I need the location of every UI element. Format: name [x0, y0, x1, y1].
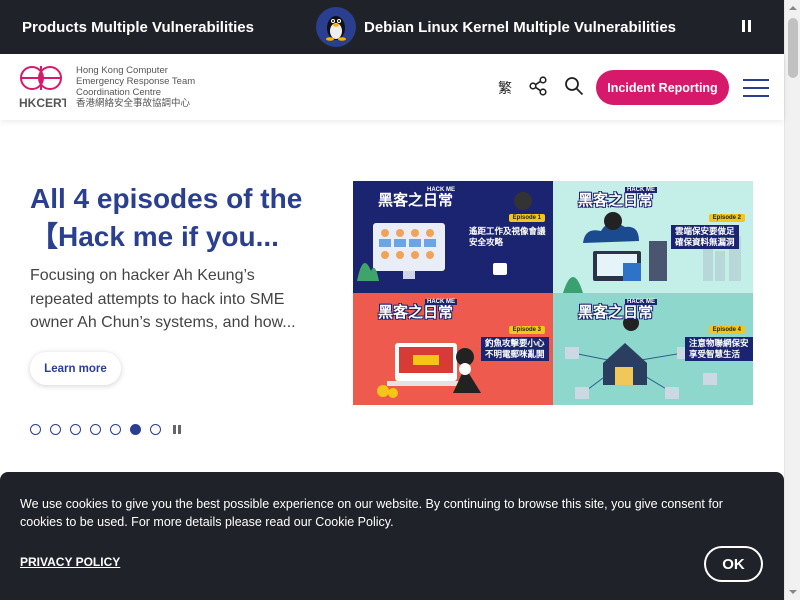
ticker-item[interactable]: Products Multiple Vulnerabilities	[22, 0, 254, 54]
caption-line: 注意物聯網保安	[689, 338, 749, 348]
logo-text-block: Hong Kong Computer Emergency Response Te…	[76, 65, 195, 109]
episode-badge: Episode 2	[708, 214, 745, 222]
logo-line: Hong Kong Computer	[76, 65, 168, 76]
logo-line: Coordination Centre	[76, 87, 162, 98]
carousel-pause-icon[interactable]	[172, 424, 182, 435]
logo-line: 香港網絡安全事故協調中心	[76, 98, 191, 109]
episode-badge: Episode 1	[508, 214, 545, 222]
site-header: HKCERT Hong Kong Computer Emergency Resp…	[0, 54, 784, 120]
scroll-down-arrow-icon[interactable]	[785, 584, 800, 600]
episode-badge: Episode 4	[708, 326, 745, 334]
brand-sub-label: HACK ME	[625, 299, 657, 305]
cookie-banner: We use cookies to give you the best poss…	[0, 472, 784, 600]
episode-4-tile: 黑客之日常 HACK ME Episode 4 注意物聯網保安 享受智慧生活	[553, 293, 753, 405]
carousel-dot[interactable]	[150, 424, 161, 435]
language-toggle[interactable]: 繁	[498, 78, 512, 98]
episode-2-tile: 黑客之日常 HACK ME Episode 2 雲端保安要做足 確保資料無漏洞	[553, 181, 753, 293]
carousel-dot[interactable]	[50, 424, 61, 435]
brand-sub-label: HACK ME	[625, 187, 657, 193]
news-ticker: Products Multiple Vulnerabilities Debian…	[0, 0, 784, 54]
brand-sub-label: HACK ME	[425, 299, 457, 305]
ticker-item-label: Products Multiple Vulnerabilities	[22, 18, 254, 36]
episode-1-tile: 黑客之日常 HACK ME Episode 1 遙距工作及視像會議 安全攻略	[353, 181, 553, 293]
hero-description: Focusing on hacker Ah Keung’s repeated a…	[30, 267, 296, 331]
ticker-pause-icon[interactable]	[740, 18, 754, 36]
logo-line: Emergency Response Team	[76, 76, 196, 87]
episode-caption: 雲端保安要做足 確保資料無漏洞	[671, 225, 739, 249]
ticker-item[interactable]: Debian Linux Kernel Multiple Vulnerabili…	[316, 0, 676, 54]
carousel-pagination	[30, 424, 182, 435]
logo-wordmark: HKCERT	[19, 96, 66, 110]
linux-tux-icon	[316, 7, 356, 47]
carousel-dot[interactable]	[110, 424, 121, 435]
episode-3-tile: 黑客之日常 HACK ME Episode 3 釣魚攻擊要小心 不明電郵咪亂開	[353, 293, 553, 405]
ticker-item-label: Debian Linux Kernel Multiple Vulnerabili…	[364, 18, 676, 36]
share-icon[interactable]	[528, 76, 548, 96]
episode-caption: 注意物聯網保安 享受智慧生活	[685, 337, 753, 361]
episode-caption: 遙距工作及視像會議 安全攻略	[465, 225, 550, 249]
caption-line: 不明電郵咪亂開	[485, 349, 545, 359]
hamburger-menu-icon[interactable]	[743, 78, 769, 98]
scroll-up-arrow-icon[interactable]	[785, 0, 800, 16]
carousel-dot[interactable]	[90, 424, 101, 435]
caption-line: 釣魚攻擊要小心	[485, 338, 545, 348]
cookie-message: We use cookies to give you the best poss…	[20, 497, 723, 529]
hkcert-logo[interactable]: HKCERT Hong Kong Computer Emergency Resp…	[18, 64, 195, 110]
brand-sub-label: HACK ME	[425, 187, 457, 193]
hero-image[interactable]: 黑客之日常 HACK ME Episode 1 遙距工作及視像會議 安全攻略 黑…	[353, 181, 753, 405]
carousel-dot-active[interactable]	[130, 424, 141, 435]
incident-reporting-button[interactable]: Incident Reporting	[596, 70, 729, 105]
search-icon[interactable]	[564, 76, 584, 96]
scroll-thumb[interactable]	[788, 18, 798, 78]
caption-line: 遙距工作及視像會議	[469, 226, 546, 236]
carousel-dot[interactable]	[70, 424, 81, 435]
caption-line: 確保資料無漏洞	[675, 237, 735, 247]
hero-title[interactable]: All 4 episodes of the 【Hack me if you...	[30, 180, 330, 256]
hkcert-logo-icon: HKCERT	[18, 64, 70, 110]
episode-caption: 釣魚攻擊要小心 不明電郵咪亂開	[481, 337, 549, 361]
cookie-ok-button[interactable]: OK	[704, 546, 763, 582]
episode-badge: Episode 3	[508, 326, 545, 334]
caption-line: 雲端保安要做足	[675, 226, 735, 236]
carousel-dot[interactable]	[30, 424, 41, 435]
learn-more-button[interactable]: Learn more	[30, 352, 121, 385]
caption-line: 安全攻略	[469, 237, 504, 247]
page-scrollbar[interactable]	[784, 0, 800, 600]
privacy-policy-link[interactable]: PRIVACY POLICY	[20, 555, 120, 569]
caption-line: 享受智慧生活	[689, 349, 741, 359]
